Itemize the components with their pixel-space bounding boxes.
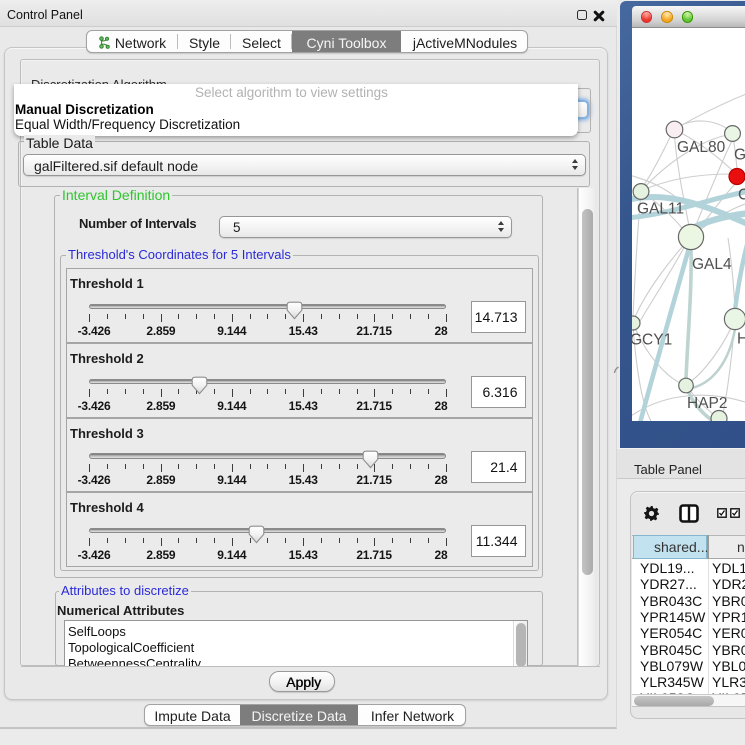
svg-text:GCY1: GCY1 [632, 332, 672, 349]
svg-text:CD: CD [738, 187, 745, 204]
svg-text:HI: HI [737, 331, 745, 348]
svg-text:GAL4: GAL4 [692, 256, 732, 273]
svg-text:HAP2: HAP2 [687, 395, 728, 412]
svg-text:GA: GA [734, 147, 745, 164]
svg-text:GAL80: GAL80 [677, 139, 726, 156]
svg-text:GAL11: GAL11 [637, 201, 684, 218]
